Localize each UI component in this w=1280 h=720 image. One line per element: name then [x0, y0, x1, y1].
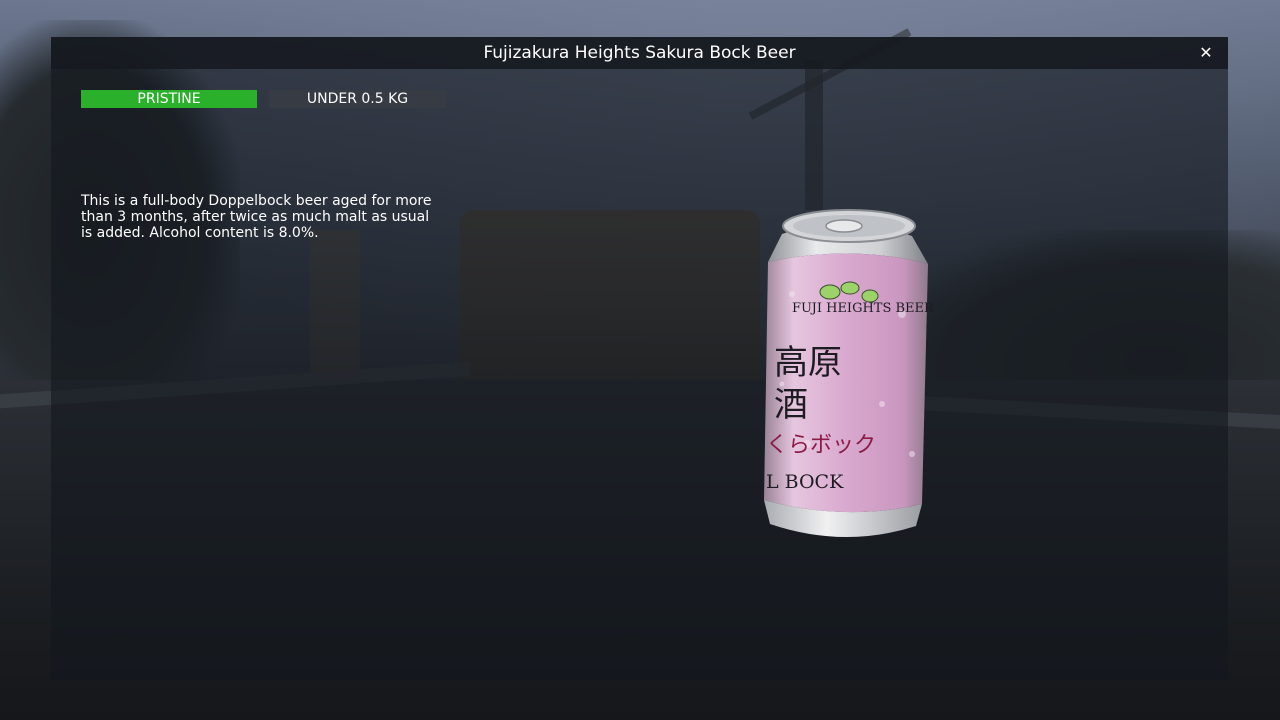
item-description: This is a full-body Doppelbock beer aged… [81, 193, 432, 241]
condition-badge: PRISTINE [81, 90, 257, 108]
panel-titlebar: Fujizakura Heights Sakura Bock Beer ✕ [51, 37, 1228, 69]
item-title: Fujizakura Heights Sakura Bock Beer [483, 43, 796, 63]
can-brand-text: FUJI HEIGHTS BEER [792, 301, 935, 316]
weight-badge: UNDER 0.5 KG [269, 90, 446, 108]
item-preview-can[interactable]: FUJI HEIGHTS BEER 高原 酒 くらボック L BOCK [752, 204, 937, 549]
close-button[interactable]: ✕ [1194, 41, 1218, 65]
can-kanji-mid: 酒 [774, 385, 808, 425]
beer-can-image: FUJI HEIGHTS BEER 高原 酒 くらボック L BOCK [764, 209, 935, 538]
close-icon[interactable]: ✕ [1199, 43, 1212, 62]
can-latin: L BOCK [766, 471, 844, 493]
can-kanji-top: 高原 [774, 343, 842, 383]
item-inspect-panel: Fujizakura Heights Sakura Bock Beer ✕ PR… [51, 37, 1228, 680]
can-kana: くらボック [766, 433, 876, 458]
